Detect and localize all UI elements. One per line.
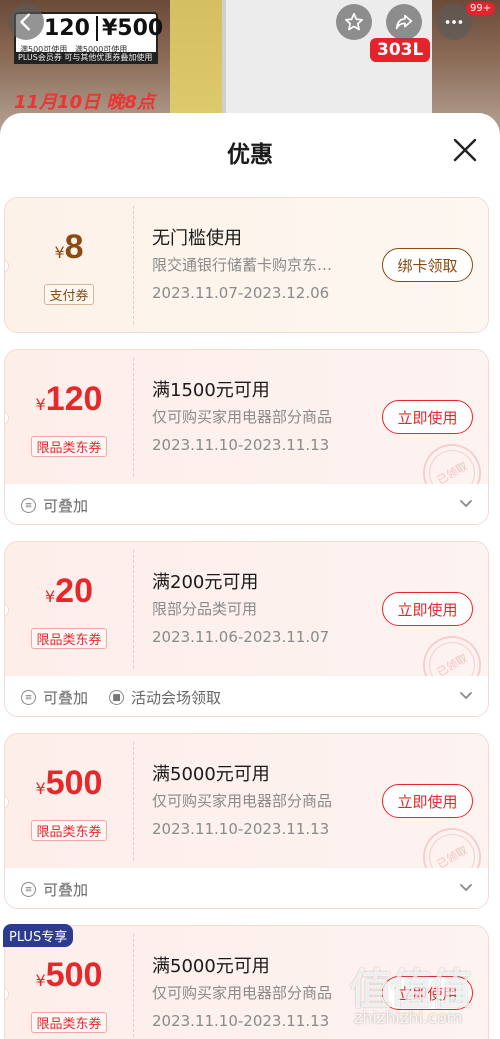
coupon-footer[interactable]: ≡ 可叠加 ■ 活动会场领取	[5, 676, 488, 716]
stack-icon: ≡	[21, 498, 36, 513]
chevron-down-icon[interactable]	[458, 879, 474, 895]
coupon-amount: ¥500	[35, 764, 103, 802]
stackable-chip: ≡ 可叠加	[21, 879, 88, 900]
bind-card-claim-button[interactable]: 绑卡领取	[382, 248, 473, 282]
favorite-button[interactable]	[336, 4, 372, 40]
coupon-divider	[133, 358, 134, 476]
coupon-main: ¥20 限品类东券 满200元可用 限部分品类可用 2023.11.06-202…	[5, 542, 488, 705]
coupon-card: ¥120 限品类东券 满1500元可用 仅可购买家用电器部分商品 2023.11…	[4, 349, 489, 525]
promo-event-date: 11月10日 晚8点	[14, 92, 155, 113]
stack-icon: ≡	[21, 690, 36, 705]
back-button[interactable]	[8, 4, 44, 40]
message-count-badge: 99+	[466, 2, 496, 15]
coupon-card: ¥20 限品类东券 满200元可用 限部分品类可用 2023.11.06-202…	[4, 541, 489, 717]
share-button[interactable]	[386, 4, 422, 40]
coupon-condition: 满5000元可用	[152, 956, 270, 977]
coupon-main: ¥500 限品类东券 满5000元可用 仅可购买家用电器部分商品 2023.11…	[5, 734, 488, 897]
product-image-side	[170, 0, 230, 130]
coupon-divider	[133, 550, 134, 668]
coupon-amount: ¥120	[35, 380, 103, 418]
coupon-description: 仅可购买家用电器部分商品	[152, 792, 333, 810]
coupon-description: 限交通银行储蓄卡购京东…	[152, 256, 333, 274]
venue-claim-chip: ■ 活动会场领取	[109, 687, 221, 708]
chevron-down-icon[interactable]	[458, 495, 474, 511]
use-now-button[interactable]: 立即使用	[382, 592, 473, 626]
coupon-type-tag: 限品类东券	[5, 628, 133, 649]
promo-price-1: 120	[44, 16, 90, 41]
coupon-divider	[133, 934, 134, 1039]
coupon-sheet: 优惠 ¥8 支付券 无门槛使用 限交通银行储蓄卡购京东… 2023.11.07-…	[0, 113, 500, 1039]
coupon-amount: ¥8	[54, 228, 84, 266]
coupon-condition: 满5000元可用	[152, 764, 270, 785]
coupon-type-tag: 限品类东券	[5, 436, 133, 457]
coupon-card: ¥8 支付券 无门槛使用 限交通银行储蓄卡购京东… 2023.11.07-202…	[4, 197, 489, 333]
coupon-validity: 2023.11.10-2023.11.13	[152, 820, 330, 838]
coupon-type-tag: 限品类东券	[5, 820, 133, 841]
stack-icon: ≡	[21, 882, 36, 897]
coupon-divider	[133, 742, 134, 860]
promo-price-2: ¥500	[96, 16, 163, 41]
stackable-chip: ≡ 可叠加	[21, 687, 88, 708]
plus-exclusive-badge: PLUS专享	[3, 924, 74, 947]
coupon-validity: 2023.11.10-2023.11.13	[152, 436, 330, 454]
promo-plus-strip: PLUS会员券 可与其他优惠券叠加使用	[14, 52, 158, 64]
coupon-description: 仅可购买家用电器部分商品	[152, 408, 333, 426]
share-icon	[395, 14, 413, 30]
watermark-url: zhizhizhi.com	[354, 1008, 463, 1027]
coupon-footer[interactable]: ≡ 可叠加	[5, 484, 488, 524]
coupon-main: ¥8 支付券 无门槛使用 限交通银行储蓄卡购京东… 2023.11.07-202…	[5, 198, 488, 332]
coupon-validity: 2023.11.07-2023.12.06	[152, 284, 330, 302]
sheet-title: 优惠	[227, 142, 273, 168]
coupon-type-tag: 限品类东券	[5, 1012, 133, 1033]
close-icon[interactable]	[450, 135, 480, 165]
coupon-card: ¥500 限品类东券 满5000元可用 仅可购买家用电器部分商品 2023.11…	[4, 733, 489, 909]
venue-icon: ■	[109, 690, 124, 705]
stackable-chip: ≡ 可叠加	[21, 495, 88, 516]
use-now-button[interactable]: 立即使用	[382, 400, 473, 434]
chevron-left-icon	[20, 13, 30, 31]
coupon-amount: ¥20	[44, 572, 93, 610]
coupon-validity: 2023.11.10-2023.11.13	[152, 1012, 330, 1030]
coupon-condition: 满1500元可用	[152, 380, 270, 401]
star-icon	[344, 12, 364, 31]
use-now-button[interactable]: 立即使用	[382, 784, 473, 818]
coupon-main: ¥120 限品类东券 满1500元可用 仅可购买家用电器部分商品 2023.11…	[5, 350, 488, 513]
coupon-condition: 无门槛使用	[152, 228, 242, 249]
coupon-type-tag: 支付券	[5, 284, 133, 305]
coupon-description: 限部分品类可用	[152, 600, 258, 618]
coupon-footer[interactable]: ≡ 可叠加	[5, 868, 488, 908]
coupon-amount: ¥500	[35, 956, 103, 994]
coupon-validity: 2023.11.06-2023.11.07	[152, 628, 330, 646]
coupon-description: 仅可购买家用电器部分商品	[152, 984, 333, 1002]
capacity-badge: 303L	[370, 38, 431, 62]
chevron-down-icon[interactable]	[458, 687, 474, 703]
more-icon	[445, 20, 463, 24]
coupon-condition: 满200元可用	[152, 572, 259, 593]
coupon-divider	[133, 206, 134, 324]
